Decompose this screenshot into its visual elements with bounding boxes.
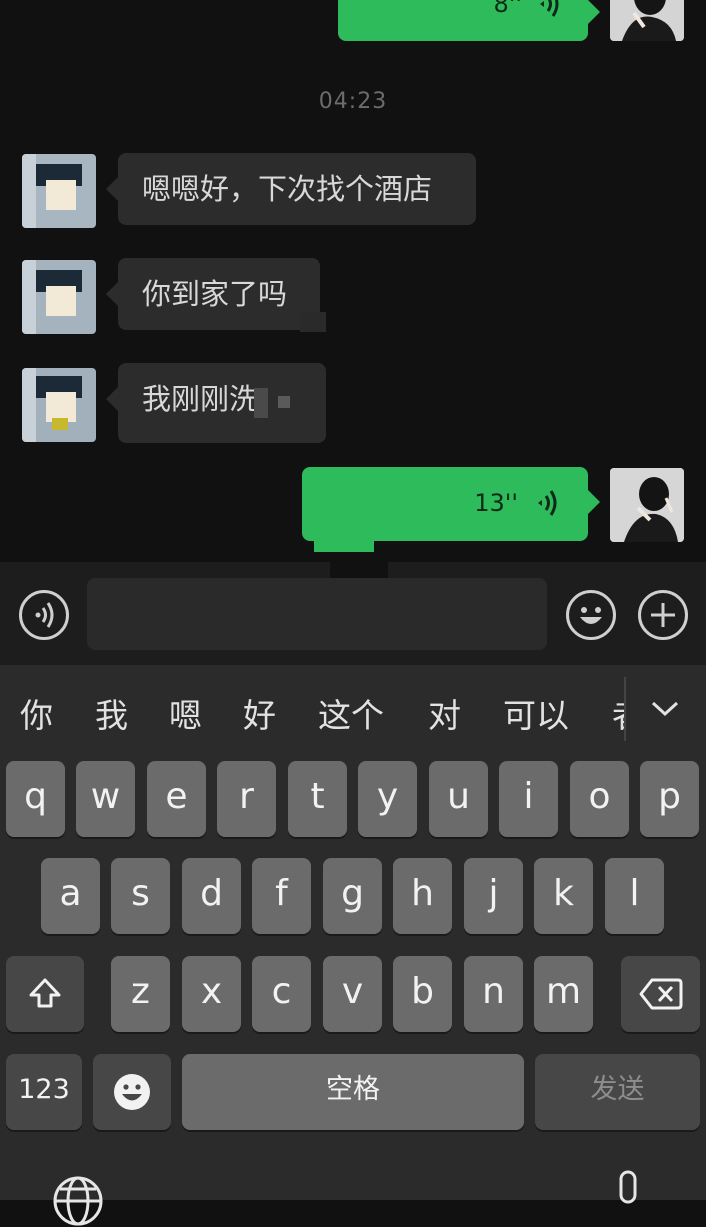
key-r[interactable]: r [217,761,276,837]
space-key[interactable]: 空格 [182,1054,524,1130]
key-x[interactable]: x [182,956,241,1032]
key-a[interactable]: a [41,858,100,934]
key-t[interactable]: t [288,761,347,837]
outgoing-voice-message[interactable]: 13'' [302,467,588,541]
message-text: 你到家了吗 [142,277,288,311]
contact-avatar[interactable] [22,368,96,442]
key-m[interactable]: m [534,956,593,1032]
voice-duration: 13'' [474,489,518,517]
emoji-button[interactable] [566,590,616,640]
my-avatar[interactable] [610,0,684,41]
chat-area[interactable]: 8'' 04:23 嗯嗯好，下次找个酒店 你到家了吗 我刚刚洗 13'' [0,0,706,562]
shift-key[interactable] [6,956,84,1032]
voice-mode-button[interactable] [19,590,69,640]
key-o[interactable]: o [570,761,629,837]
message-text: 嗯嗯好，下次找个酒店 [142,172,433,206]
key-g[interactable]: g [323,858,382,934]
chevron-down-icon[interactable] [648,691,682,725]
send-key[interactable]: 发送 [535,1054,700,1130]
key-e[interactable]: e [147,761,206,837]
candidate-word[interactable]: 这个 [318,689,384,737]
key-v[interactable]: v [323,956,382,1032]
globe-icon[interactable] [52,1175,104,1227]
key-h[interactable]: h [393,858,452,934]
blurred-block [278,396,290,408]
my-avatar[interactable] [610,468,684,542]
contact-avatar[interactable] [22,154,96,228]
candidate-word[interactable]: 嗯 [169,689,202,737]
voice-mode-icon [35,602,54,628]
outgoing-voice-message[interactable]: 8'' [338,0,588,41]
incoming-text-message[interactable]: 我刚刚洗 [106,363,326,443]
microphone-icon[interactable] [612,1170,644,1210]
voice-duration: 8'' [493,0,522,18]
key-w[interactable]: w [76,761,135,837]
voice-wave-icon [538,490,557,516]
key-n[interactable]: n [464,956,523,1032]
blurred-block [300,312,326,332]
timestamp-label: 04:23 [318,89,388,114]
key-l[interactable]: l [605,858,664,934]
shift-icon [29,978,61,1008]
contact-avatar[interactable] [22,260,96,334]
candidate-word[interactable]: 你 [20,689,53,737]
key-f[interactable]: f [252,858,311,934]
emoji-icon [580,607,602,624]
candidate-word[interactable]: 者 [612,689,624,733]
incoming-text-message[interactable]: 你到家了吗 [106,258,320,330]
backspace-key[interactable] [621,956,700,1032]
candidate-word[interactable]: 可以 [503,689,569,737]
emoji-icon [114,1074,150,1110]
key-u[interactable]: u [429,761,488,837]
key-j[interactable]: j [464,858,523,934]
bubble-tail [588,490,600,514]
message-input[interactable] [87,578,547,650]
candidate-word[interactable]: 对 [428,689,461,737]
divider [624,677,626,741]
key-b[interactable]: b [393,956,452,1032]
voice-wave-icon [540,0,559,17]
numbers-key[interactable]: 123 [6,1054,82,1130]
key-p[interactable]: p [640,761,699,837]
key-z[interactable]: z [111,956,170,1032]
incoming-text-message[interactable]: 嗯嗯好，下次找个酒店 [106,153,476,225]
candidate-word[interactable]: 我 [95,689,128,737]
key-k[interactable]: k [534,858,593,934]
message-text: 我刚刚洗 [142,382,259,416]
key-q[interactable]: q [6,761,65,837]
key-s[interactable]: s [111,858,170,934]
candidate-word[interactable]: 好 [243,689,276,737]
key-d[interactable]: d [182,858,241,934]
more-button[interactable] [638,590,688,640]
bubble-tail [588,0,600,24]
blurred-block [254,388,268,418]
keyboard: 你 我 嗯 好 这个 对 可以 者 q w e r t y u i o p a … [0,665,706,1226]
plus-icon [651,603,675,627]
green-block [314,540,374,552]
input-bar [0,562,706,665]
emoji-key[interactable] [93,1054,171,1130]
key-y[interactable]: y [358,761,417,837]
avatar-photo [610,0,684,41]
backspace-icon [639,978,682,1010]
key-c[interactable]: c [252,956,311,1032]
key-i[interactable]: i [499,761,558,837]
avatar-photo [610,468,684,542]
